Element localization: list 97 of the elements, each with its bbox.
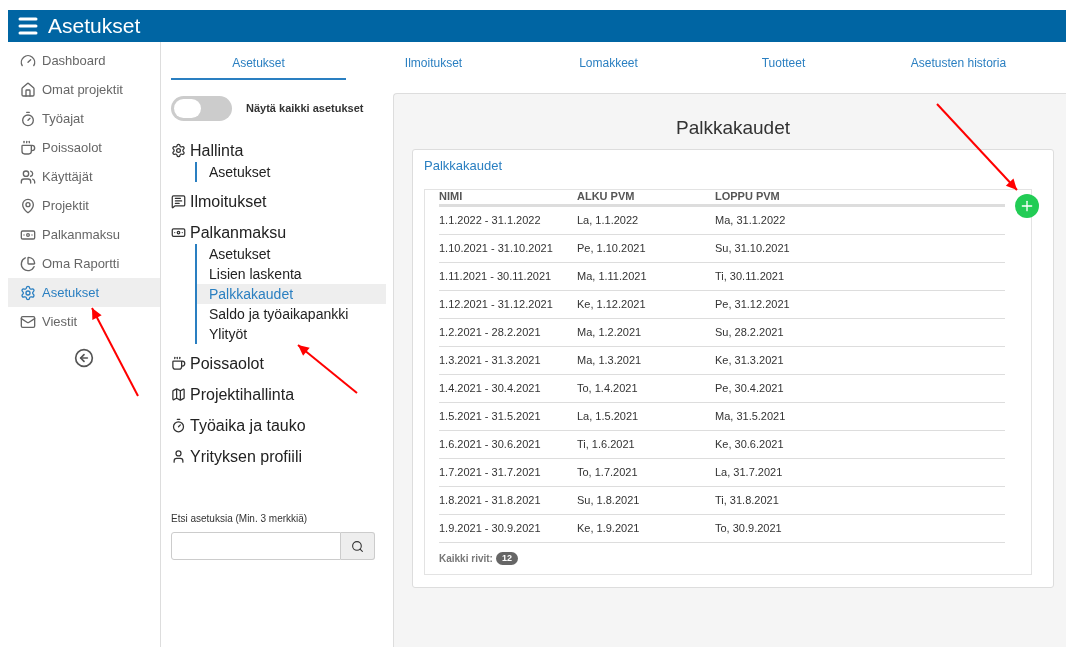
card-title: Palkkakaudet	[424, 156, 504, 175]
table-cell-text: 1.8.2021 - 31.8.2021	[439, 493, 542, 509]
table-cell-text: Ti, 31.8.2021	[715, 493, 779, 509]
sidebar-item[interactable]: Omat projektit	[8, 75, 160, 104]
sidebar-item[interactable]: Dashboard	[8, 46, 160, 75]
users-icon	[20, 168, 36, 185]
table-cell-text: 1.9.2021 - 30.9.2021	[439, 521, 542, 537]
panel-title: Palkkakaudet	[674, 116, 792, 140]
table-cell-text: To, 1.7.2021	[577, 465, 639, 481]
pie-chart-icon	[20, 255, 36, 272]
settings-subitem[interactable]: Lisien laskenta	[197, 264, 386, 284]
search-button[interactable]	[341, 532, 375, 560]
settings-group[interactable]: Työaika ja tauko	[190, 413, 306, 438]
plus-icon	[1019, 198, 1035, 214]
table-cell-text: 1.4.2021 - 30.4.2021	[439, 381, 542, 397]
settings-icon	[20, 284, 36, 301]
row-count-badge: 12	[495, 551, 518, 566]
settings-group[interactable]: Ilmoitukset	[190, 189, 267, 214]
table-cell-text: La, 31.7.2021	[715, 465, 783, 481]
home-icon	[20, 81, 36, 98]
table-cell-text: To, 1.4.2021	[577, 381, 639, 397]
mail-icon	[20, 313, 36, 330]
settings-subitem[interactable]: Asetukset	[197, 162, 386, 182]
mug-icon	[171, 356, 186, 371]
table-cell-text: Pe, 31.12.2021	[715, 297, 790, 313]
page-title: Asetukset	[48, 13, 141, 40]
table-cell-text: 1.6.2021 - 30.6.2021	[439, 437, 542, 453]
tab[interactable]: Tuotteet	[696, 54, 871, 80]
table-cell-text: La, 1.1.2022	[577, 213, 640, 229]
table-cell-text: 1.11.2021 - 30.11.2021	[439, 269, 553, 285]
table-cell-text: Ke, 1.12.2021	[577, 297, 647, 313]
annotation-arrow	[297, 344, 358, 394]
tab[interactable]: Lomakkeet	[521, 54, 696, 80]
table-cell-text: 1.12.2021 - 31.12.2021	[439, 297, 554, 313]
banknote-icon	[171, 225, 186, 240]
search-field[interactable]	[171, 532, 341, 560]
table-cell-text: Ti, 30.11.2021	[715, 269, 785, 285]
table-cell-text: Ma, 31.1.2022	[715, 213, 786, 229]
settings-group[interactable]: Poissaolot	[190, 351, 264, 376]
table-cell-text: La, 1.5.2021	[577, 409, 640, 425]
sidebar-item[interactable]: Oma Raportti	[8, 249, 160, 278]
table-cell-text: Ma, 1.2.2021	[577, 325, 643, 341]
tab[interactable]: Asetukset	[171, 54, 346, 80]
table-cell-text: Ma, 1.3.2021	[577, 353, 643, 369]
table-cell-text: Su, 28.2.2021	[715, 325, 784, 341]
settings-group[interactable]: Hallinta	[190, 138, 244, 163]
stopwatch-icon	[20, 110, 36, 127]
table-cell-text: 1.5.2021 - 31.5.2021	[439, 409, 542, 425]
row-count-label: Kaikki rivit:	[439, 552, 493, 566]
column-header: NIMI	[439, 188, 464, 204]
table-cell-text: To, 30.9.2021	[715, 521, 782, 537]
settings-group[interactable]: Yrityksen profiili	[190, 444, 303, 469]
sidebar-item[interactable]: Palkanmaksu	[8, 220, 160, 249]
sidebar-item[interactable]: Viestit	[8, 307, 160, 336]
mug-icon	[20, 139, 36, 156]
toggle-switch[interactable]	[171, 96, 232, 121]
table-cell-text: 1.1.2022 - 31.1.2022	[439, 213, 542, 229]
message-icon	[171, 194, 186, 209]
column-header: LOPPU PVM	[715, 188, 780, 204]
settings-subitem[interactable]: Asetukset	[197, 244, 386, 264]
sidebar-item[interactable]: Poissaolot	[8, 133, 160, 162]
settings-subitem[interactable]: Palkkakaudet	[197, 284, 386, 304]
user-icon	[171, 449, 186, 464]
table-cell-text: Ke, 31.3.2021	[715, 353, 784, 369]
table-cell-text: Ma, 1.11.2021	[577, 269, 648, 285]
search-label: Etsi asetuksia (Min. 3 merkkiä)	[171, 512, 309, 526]
sidebar-item[interactable]: Projektit	[8, 191, 160, 220]
table-cell-text: Ti, 1.6.2021	[577, 437, 636, 453]
table-cell-text: Pe, 1.10.2021	[577, 241, 647, 257]
table-cell-text: 1.2.2021 - 28.2.2021	[439, 325, 542, 341]
collapse-icon[interactable]	[74, 348, 94, 368]
sidebar-item[interactable]: Käyttäjät	[8, 162, 160, 191]
table-cell-text: Pe, 30.4.2021	[715, 381, 784, 397]
table-cell-text: 1.3.2021 - 31.3.2021	[439, 353, 542, 369]
settings-group[interactable]: Projektihallinta	[190, 382, 295, 407]
table-cell-text: Su, 31.10.2021	[715, 241, 790, 257]
map-icon	[171, 387, 186, 402]
table-cell-text: Ma, 31.5.2021	[715, 409, 786, 425]
settings-subitem[interactable]: Ylityöt	[197, 324, 386, 344]
tab[interactable]: Ilmoitukset	[346, 54, 521, 80]
gauge-icon	[20, 52, 36, 69]
settings-icon	[171, 143, 186, 158]
table-cell-text: Ke, 1.9.2021	[577, 521, 641, 537]
column-header: ALKU PVM	[577, 188, 636, 204]
settings-subitem[interactable]: Saldo ja työaikapankki	[197, 304, 386, 324]
search-icon	[351, 539, 364, 553]
sidebar-item[interactable]: Asetukset	[8, 278, 160, 307]
sidebar-item[interactable]: Työajat	[8, 104, 160, 133]
tab[interactable]: Asetusten historia	[871, 54, 1046, 80]
table-cell-text: 1.10.2021 - 31.10.2021	[439, 241, 554, 257]
stopwatch-icon	[171, 418, 186, 433]
settings-group[interactable]: Palkanmaksu	[190, 220, 287, 245]
table-cell-text: Ke, 30.6.2021	[715, 437, 784, 453]
toggle-label: Näytä kaikki asetukset	[246, 101, 364, 117]
table-cell-text: 1.7.2021 - 31.7.2021	[439, 465, 542, 481]
map-pin-icon	[20, 197, 36, 214]
table-cell-text: Su, 1.8.2021	[577, 493, 641, 509]
